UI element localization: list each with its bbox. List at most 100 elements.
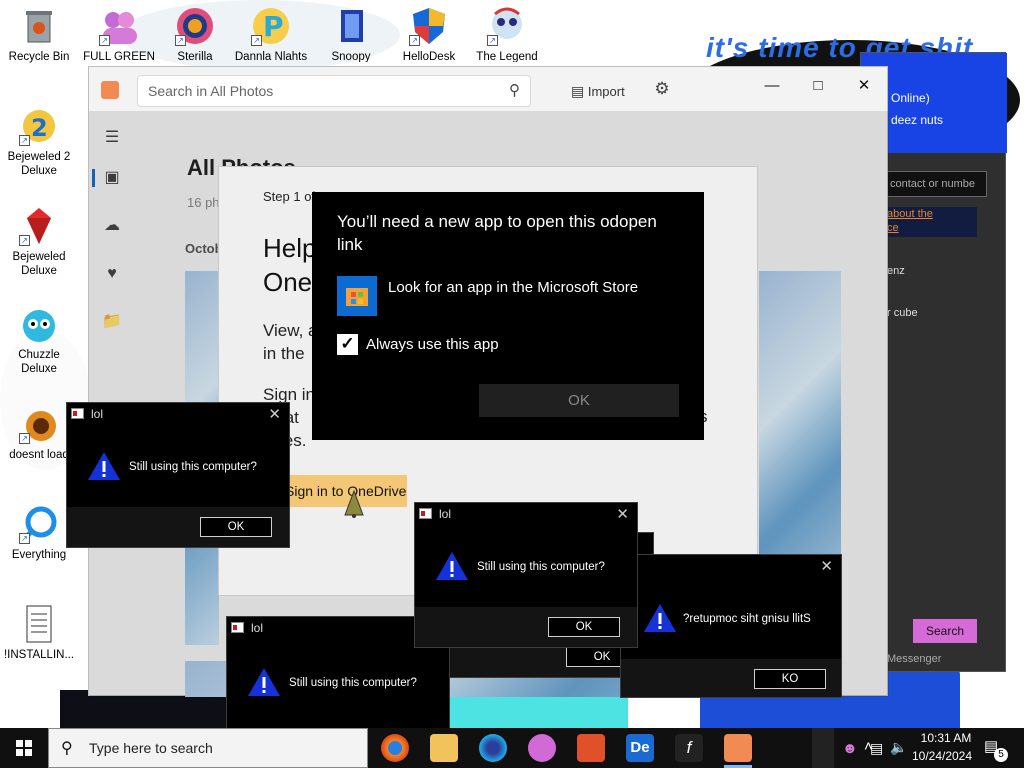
app-icon: [419, 508, 432, 519]
desktop-icon-label: FULL GREEN: [83, 51, 155, 62]
ok-button[interactable]: OK: [200, 517, 272, 537]
maximize-button[interactable]: □: [795, 71, 841, 101]
thunderbird-icon[interactable]: [479, 734, 507, 762]
lol-dialog: lol ✕ Still using this computer? OK: [414, 502, 638, 648]
messenger-search-button[interactable]: Search: [913, 619, 977, 643]
photos-titlebar: Search in All Photos ⚲ ▤ Import ⚙ — □ ✕: [89, 67, 887, 111]
desktop-icon-dannla-nlahts[interactable]: P ↗ Dannla Nlahts: [232, 6, 310, 62]
always-use-label[interactable]: Always use this app: [366, 336, 499, 353]
network-icon[interactable]: ▤: [870, 740, 883, 757]
microsoft-store-icon[interactable]: [337, 276, 377, 316]
person-icon[interactable]: ☻: [842, 740, 858, 757]
messenger-taskbar-icon[interactable]: [528, 734, 556, 762]
clock-date[interactable]: 10/24/2024: [909, 749, 975, 763]
messenger-search-input[interactable]: contact or numbe: [887, 171, 987, 197]
everything-search-icon: ↗: [19, 504, 59, 544]
app-icon: [231, 622, 244, 633]
svg-text:2: 2: [31, 114, 48, 142]
dialog-message: ?retupmoc siht gnisu llitS: [683, 613, 811, 625]
dialog-title: lol: [439, 507, 452, 521]
close-icon[interactable]: ✕: [616, 505, 629, 523]
close-icon[interactable]: ✕: [268, 405, 281, 423]
dialog-titlebar: lol ✕: [415, 503, 637, 525]
desktop-icon-bejeweled-2[interactable]: 2 ↗ Bejeweled 2 Deluxe: [0, 106, 78, 178]
messenger-link-line: ce: [887, 222, 899, 234]
desktop-icon-label: Recycle Bin: [8, 51, 70, 63]
desktop-icon-sterilla[interactable]: ↗ Sterilla: [156, 6, 234, 62]
minimize-button[interactable]: —: [749, 71, 795, 101]
desktop-icon-chuzzle[interactable]: Chuzzle Deluxe: [0, 304, 78, 376]
messenger-footer: Messenger: [887, 653, 942, 665]
file-explorer-icon[interactable]: [430, 734, 458, 762]
desktop-icon-recycle-bin[interactable]: Recycle Bin: [0, 6, 78, 64]
windows-start-icon[interactable]: [0, 728, 48, 768]
messenger-contact[interactable]: enz: [887, 265, 905, 277]
dreamweaver-icon[interactable]: De: [626, 734, 654, 762]
import-label: Import: [587, 84, 625, 99]
desktop-icon-label: Bejeweled 2 Deluxe: [7, 151, 71, 177]
messenger-link-line: about the: [887, 208, 933, 220]
desktop-icon-the-legend[interactable]: ↗ The Legend: [468, 6, 546, 62]
bell-cursor-icon: [343, 489, 365, 519]
always-use-checkbox[interactable]: ✓: [337, 334, 358, 355]
search-icon: ⚲: [61, 740, 73, 757]
media-player-icon[interactable]: [577, 734, 605, 762]
chuzzle-icon: [19, 304, 59, 344]
desktop-icon-label: Chuzzle Deluxe: [18, 349, 60, 375]
warning-icon: [436, 552, 468, 580]
clock-time[interactable]: 10:31 AM: [913, 731, 979, 745]
dialog-titlebar: ✕: [621, 555, 841, 577]
photos-search-placeholder: Search in All Photos: [148, 83, 274, 99]
desktop-icon-hellodesk[interactable]: ↗ HelloDesk: [390, 6, 468, 62]
ok-button[interactable]: OK: [479, 384, 679, 417]
firefox-taskbar-icon[interactable]: [381, 734, 409, 762]
desktop-icon-installing[interactable]: !INSTALLIN...: [0, 604, 78, 662]
dialog-title: lol: [251, 621, 264, 635]
shortcut-arrow-icon: ↗: [19, 533, 30, 544]
desktop-icon-label: !INSTALLIN...: [3, 649, 75, 661]
close-button[interactable]: ✕: [841, 71, 887, 101]
book-icon: [331, 6, 371, 46]
shortcut-arrow-icon: ↗: [175, 35, 186, 46]
desktop-icon-label: doesnt load: [9, 449, 69, 461]
photos-search-box[interactable]: Search in All Photos ⚲: [137, 75, 531, 107]
desktop-icon-bejeweled[interactable]: ↗ Bejeweled Deluxe: [0, 206, 78, 278]
photos-taskbar-icon[interactable]: [724, 734, 752, 762]
text-file-icon: [19, 604, 59, 644]
lol-dialog: lol ✕ Still using this computer? OK: [66, 402, 290, 548]
messenger-link[interactable]: about the ce: [887, 207, 977, 237]
desktop-icon-label: Sterilla: [177, 51, 213, 62]
shortcut-arrow-icon: ↗: [487, 35, 498, 46]
ko-button[interactable]: KO: [754, 669, 826, 689]
search-icon[interactable]: ⚲: [509, 81, 520, 99]
import-icon: ▤: [571, 83, 585, 99]
taskbar-search-placeholder: Type here to search: [89, 740, 213, 756]
desktop-icon-label: Snoopy: [331, 51, 371, 62]
bejeweled-2-icon: 2 ↗: [19, 106, 59, 146]
app-icon: [71, 408, 84, 419]
desktop-icon-snoopy[interactable]: Snoopy: [312, 6, 390, 62]
recycle-bin-icon: [19, 6, 59, 46]
flash-icon[interactable]: f: [675, 734, 703, 762]
desktop-icon-label: Dannla Nlahts: [234, 51, 308, 62]
volume-icon[interactable]: 🔈: [890, 739, 907, 756]
desktop-icon-full-green[interactable]: ↗ FULL GREEN: [80, 6, 158, 62]
taskbar-search-box[interactable]: ⚲ Type here to search: [48, 728, 368, 768]
close-icon[interactable]: ✕: [820, 557, 833, 575]
people-icon: ↗: [99, 6, 139, 46]
shortcut-arrow-icon: ↗: [19, 135, 30, 146]
messenger-nickname[interactable]: deez nuts: [891, 113, 943, 127]
ok-button[interactable]: OK: [548, 617, 620, 637]
firefox-icon: ↗: [175, 6, 215, 46]
shortcut-arrow-icon: ↗: [99, 35, 110, 46]
import-button[interactable]: ▤ Import: [565, 77, 633, 105]
shield-icon: ↗: [409, 6, 449, 46]
messenger-contact[interactable]: r cube: [887, 307, 918, 319]
warning-icon: [644, 604, 676, 632]
store-option-label[interactable]: Look for an app in the Microsoft Store: [388, 279, 638, 296]
bird-icon: ↗: [19, 404, 59, 444]
messenger-status[interactable]: Online): [891, 91, 930, 105]
desktop-icon-label: Everything: [11, 549, 67, 561]
shortcut-arrow-icon: ↗: [409, 35, 420, 46]
gear-icon[interactable]: ⚙: [651, 79, 673, 101]
